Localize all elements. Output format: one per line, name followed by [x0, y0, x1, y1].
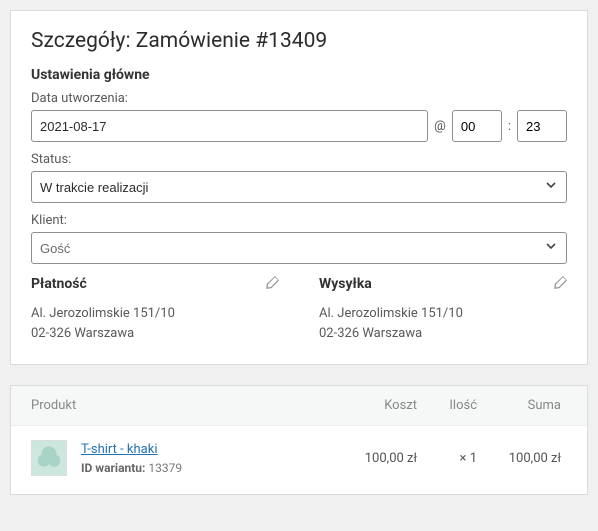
client-label: Klient:	[31, 213, 567, 228]
shipping-line1: Al. Jerozolimskie 151/10	[319, 304, 567, 324]
client-select[interactable]: Gość	[31, 232, 567, 264]
pencil-icon	[554, 276, 567, 289]
date-created-label: Data utworzenia:	[31, 91, 567, 106]
col-product: Produkt	[31, 398, 327, 413]
status-label: Status:	[31, 152, 567, 167]
edit-billing-button[interactable]	[266, 276, 279, 289]
minute-input[interactable]	[517, 110, 567, 142]
main-settings-heading: Ustawienia główne	[31, 67, 567, 83]
hour-input[interactable]	[452, 110, 502, 142]
variant-value: 13379	[148, 461, 182, 475]
col-cost: Koszt	[327, 398, 417, 413]
address-columns: Płatność Al. Jerozolimskie 151/10 02-326…	[31, 276, 567, 344]
variant-line: ID wariantu: 13379	[81, 461, 327, 475]
date-row: @ :	[31, 110, 567, 142]
billing-line1: Al. Jerozolimskie 151/10	[31, 304, 279, 324]
col-sum: Suma	[477, 398, 567, 413]
status-select-wrap: W trakcie realizacji	[31, 171, 567, 203]
shipping-column: Wysyłka Al. Jerozolimskie 151/10 02-326 …	[319, 276, 567, 344]
items-header-row: Produkt Koszt Ilość Suma	[11, 386, 587, 426]
shipping-line2: 02-326 Warszawa	[319, 324, 567, 344]
pencil-icon	[266, 276, 279, 289]
at-symbol: @	[434, 119, 446, 134]
item-qty: × 1	[417, 451, 477, 466]
item-sum: 100,00 zł	[477, 451, 567, 466]
item-row: T-shirt - khaki ID wariantu: 13379 100,0…	[11, 426, 587, 494]
product-info: T-shirt - khaki ID wariantu: 13379	[81, 442, 327, 475]
billing-heading: Płatność	[31, 276, 279, 292]
billing-address: Al. Jerozolimskie 151/10 02-326 Warszawa	[31, 304, 279, 344]
order-details-panel: Szczegóły: Zamówienie #13409 Ustawienia …	[10, 10, 588, 365]
billing-column: Płatność Al. Jerozolimskie 151/10 02-326…	[31, 276, 279, 344]
product-link[interactable]: T-shirt - khaki	[81, 442, 158, 457]
order-items-panel: Produkt Koszt Ilość Suma T-shirt - khaki…	[10, 385, 588, 495]
page-title: Szczegóły: Zamówienie #13409	[31, 29, 567, 53]
client-select-wrap: Gość	[31, 232, 567, 264]
shipping-address: Al. Jerozolimskie 151/10 02-326 Warszawa	[319, 304, 567, 344]
date-input[interactable]	[31, 110, 428, 142]
col-qty: Ilość	[417, 398, 477, 413]
edit-shipping-button[interactable]	[554, 276, 567, 289]
time-separator: :	[508, 119, 511, 134]
billing-line2: 02-326 Warszawa	[31, 324, 279, 344]
variant-label: ID wariantu:	[81, 461, 145, 475]
status-select[interactable]: W trakcie realizacji	[31, 171, 567, 203]
product-thumbnail[interactable]	[31, 440, 67, 476]
shipping-heading: Wysyłka	[319, 276, 567, 292]
item-cost: 100,00 zł	[327, 451, 417, 466]
